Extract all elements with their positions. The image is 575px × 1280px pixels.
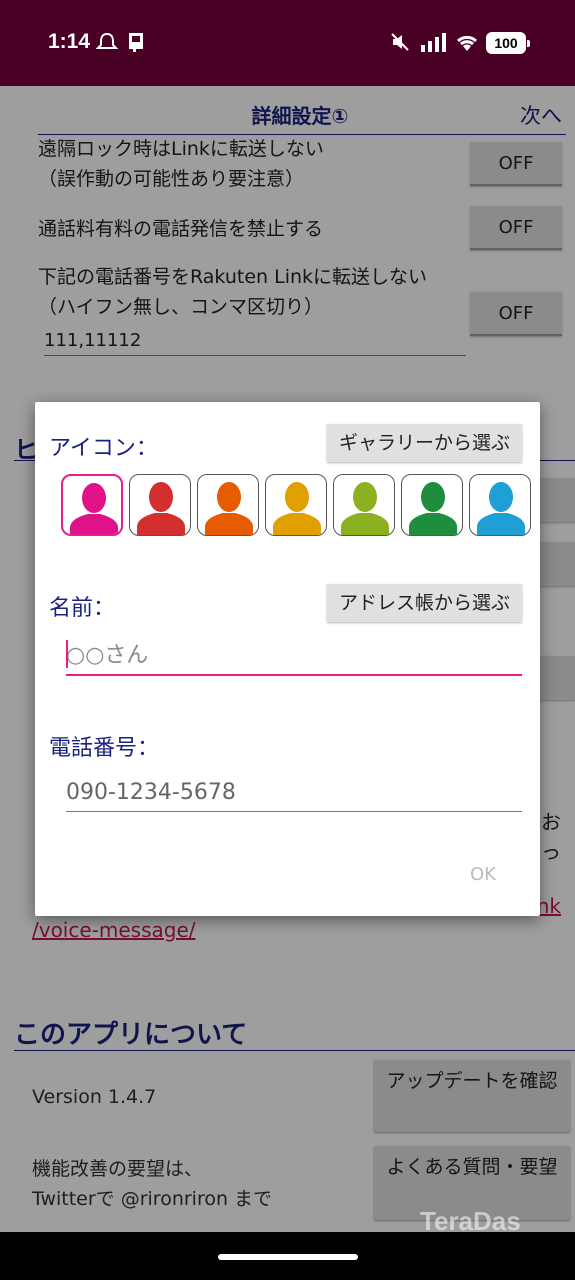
- mute-icon: [391, 33, 409, 51]
- bell-badge-icon: [96, 32, 118, 49]
- device-icon: [129, 33, 143, 52]
- icon-label: アイコン：: [49, 436, 158, 461]
- avatar-option[interactable]: [469, 474, 531, 536]
- avatar-option[interactable]: [401, 474, 463, 536]
- choose-from-addressbook-button[interactable]: アドレス帳から選ぶ: [326, 584, 522, 622]
- avatar-option[interactable]: [197, 474, 259, 536]
- person-silhouette-icon: [341, 482, 389, 535]
- avatar-option[interactable]: [61, 474, 123, 536]
- signal-icon: [421, 33, 446, 52]
- name-label: 名前：: [49, 596, 116, 621]
- avatar-picker: [61, 474, 531, 536]
- person-silhouette-icon: [205, 482, 253, 535]
- person-silhouette-icon: [477, 482, 525, 535]
- avatar-option[interactable]: [265, 474, 327, 536]
- status-time: 1:14: [48, 30, 91, 53]
- wifi-icon: [456, 35, 478, 51]
- phone-label: 電話番号：: [49, 736, 160, 761]
- person-silhouette-icon: [70, 483, 118, 534]
- choose-from-gallery-button[interactable]: ギャラリーから選ぶ: [326, 424, 522, 462]
- text-cursor: [66, 640, 68, 668]
- person-silhouette-icon: [273, 482, 321, 535]
- person-silhouette-icon: [409, 482, 457, 535]
- navigation-bar: [0, 1232, 575, 1280]
- phone-input[interactable]: [66, 774, 522, 812]
- name-input[interactable]: [66, 636, 522, 676]
- avatar-option[interactable]: [129, 474, 191, 536]
- battery-icon: 100: [486, 32, 530, 54]
- add-contact-dialog: アイコン： ギャラリーから選ぶ 名前： アドレス帳から選ぶ 電話番号： OK: [35, 402, 540, 916]
- person-silhouette-icon: [137, 482, 185, 535]
- avatar-option[interactable]: [333, 474, 395, 536]
- ok-button[interactable]: OK: [470, 864, 496, 885]
- status-bar: 1:14 100: [0, 0, 575, 86]
- home-indicator[interactable]: [218, 1254, 358, 1260]
